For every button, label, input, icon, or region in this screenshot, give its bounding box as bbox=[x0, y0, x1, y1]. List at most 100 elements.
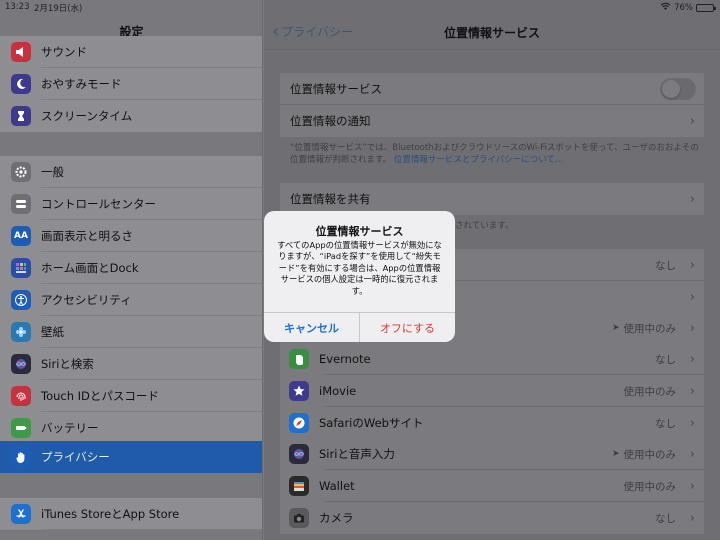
status-time: 13:23 bbox=[5, 2, 30, 12]
hand-icon bbox=[11, 447, 31, 467]
app-permission-value: 使用中のみ bbox=[623, 385, 677, 398]
evernote-icon bbox=[289, 349, 309, 369]
share-footnote: されています。 bbox=[455, 221, 514, 231]
sidebar-item-itunes-app-store[interactable]: iTunes StoreとApp Store bbox=[0, 498, 262, 530]
sidebar-item-label: Siriと検索 bbox=[41, 357, 94, 371]
app-permission-value: ➤ 使用中のみ bbox=[611, 322, 676, 335]
chevron-right-icon: › bbox=[689, 351, 695, 367]
location-services-toggle[interactable] bbox=[660, 78, 696, 100]
fingerprint-icon bbox=[11, 386, 31, 406]
alert-message: すべてのAppの位置情報サービスが無効になりますが、“iPadを探す”を使用して… bbox=[277, 240, 442, 296]
location-services-alert: 位置情報サービス すべてのAppの位置情報サービスが無効になりますが、“iPad… bbox=[264, 211, 455, 342]
sidebar-item-label: おやすみモード bbox=[41, 77, 122, 91]
siri-icon bbox=[11, 354, 31, 374]
sidebar-item-label: アクセシビリティ bbox=[41, 293, 132, 307]
chevron-right-icon: › bbox=[689, 446, 695, 462]
app-row-camera[interactable]: カメラ なし › bbox=[280, 502, 704, 534]
location-footnote: “位置情報サービス”では、BluetoothおよびクラウドソースのWi-Fiスポ… bbox=[290, 142, 700, 166]
siri-icon bbox=[289, 444, 309, 464]
sidebar-item-label: ホーム画面とDock bbox=[41, 261, 139, 275]
sidebar-item-wallpaper[interactable]: 壁紙 bbox=[0, 316, 262, 348]
app-name: Wallet bbox=[319, 479, 355, 493]
app-name: カメラ bbox=[319, 511, 354, 525]
chevron-right-icon: › bbox=[689, 415, 695, 431]
privacy-info-link[interactable]: 位置情報サービスとプライバシーについて… bbox=[394, 155, 564, 165]
sidebar-item-do-not-disturb[interactable]: おやすみモード bbox=[0, 68, 262, 100]
location-arrow-icon: ➤ bbox=[611, 323, 620, 333]
camera-icon bbox=[289, 508, 309, 528]
page-title: 位置情報サービス bbox=[443, 26, 540, 40]
chevron-right-icon: › bbox=[689, 383, 695, 399]
sidebar-item-display-brightness[interactable]: AA 画面表示と明るさ bbox=[0, 220, 262, 252]
chevron-right-icon: › bbox=[689, 191, 695, 207]
safari-icon bbox=[289, 413, 309, 433]
app-row-imovie[interactable]: iMovie 使用中のみ › bbox=[280, 375, 704, 407]
sidebar-item-screen-time[interactable]: スクリーンタイム bbox=[0, 100, 262, 132]
hourglass-icon bbox=[11, 106, 31, 126]
sidebar-item-sound[interactable]: サウンド bbox=[0, 36, 262, 68]
app-permission-value: なし bbox=[655, 512, 676, 525]
status-date: 2月19日(水) bbox=[34, 4, 83, 14]
battery-indicator-icon bbox=[696, 3, 716, 12]
app-permission-value: ➤ 使用中のみ bbox=[611, 448, 676, 461]
flower-icon bbox=[11, 322, 31, 342]
turn-off-button[interactable]: オフにする bbox=[360, 313, 455, 342]
app-name: SafariのWebサイト bbox=[319, 416, 424, 430]
sidebar-item-label: プライバシー bbox=[41, 450, 110, 464]
battery-percent: 76% bbox=[674, 2, 693, 13]
wifi-icon bbox=[660, 2, 671, 13]
toggles-icon bbox=[11, 194, 31, 214]
battery-icon bbox=[11, 418, 31, 438]
status-bar: 13:23 2月19日(水) 76% bbox=[0, 0, 720, 14]
settings-sidebar: 設定 サウンド おやすみモード スクリーンタイム 一般 コントロールセンター A… bbox=[0, 0, 263, 540]
app-permission-value: なし bbox=[655, 259, 676, 272]
sidebar-item-general[interactable]: 一般 bbox=[0, 156, 262, 188]
sidebar-item-label: 一般 bbox=[41, 165, 64, 179]
app-name: Evernote bbox=[319, 352, 371, 366]
sidebar-item-touch-id[interactable]: Touch IDとパスコード bbox=[0, 380, 262, 412]
location-alerts-row[interactable]: 位置情報の通知 › bbox=[280, 105, 704, 137]
location-services-row: 位置情報サービス bbox=[280, 73, 704, 105]
sidebar-item-label: 画面表示と明るさ bbox=[41, 229, 133, 243]
toggle-knob bbox=[662, 80, 680, 98]
sidebar-item-battery[interactable]: バッテリー bbox=[0, 412, 262, 444]
sidebar-item-control-center[interactable]: コントロールセンター bbox=[0, 188, 262, 220]
app-permission-value: なし bbox=[655, 417, 676, 430]
cancel-button[interactable]: キャンセル bbox=[264, 313, 360, 342]
sidebar-item-label: バッテリー bbox=[41, 421, 99, 435]
chevron-right-icon: › bbox=[689, 257, 695, 273]
sidebar-item-label: Touch IDとパスコード bbox=[41, 389, 159, 403]
sound-icon bbox=[11, 42, 31, 62]
chevron-right-icon: › bbox=[689, 113, 695, 129]
app-row-siri-dictation[interactable]: Siriと音声入力 ➤ 使用中のみ › bbox=[280, 438, 704, 470]
app-permission-value: 使用中のみ bbox=[623, 480, 677, 493]
app-row-evernote[interactable]: Evernote なし › bbox=[280, 343, 704, 375]
app-permission-value: なし bbox=[655, 353, 676, 366]
alert-title: 位置情報サービス bbox=[315, 225, 404, 238]
app-row-wallet[interactable]: Wallet 使用中のみ › bbox=[280, 470, 704, 502]
sidebar-item-label: サウンド bbox=[41, 45, 87, 59]
sidebar-item-label: 壁紙 bbox=[41, 325, 64, 339]
sidebar-item-label: コントロールセンター bbox=[41, 197, 156, 211]
sidebar-item-siri-search[interactable]: Siriと検索 bbox=[0, 348, 262, 380]
chevron-right-icon: › bbox=[689, 320, 695, 336]
status-right: 76% bbox=[660, 2, 716, 13]
location-arrow-icon: ➤ bbox=[611, 449, 620, 459]
app-name: Siriと音声入力 bbox=[319, 447, 395, 461]
sidebar-item-accessibility[interactable]: アクセシビリティ bbox=[0, 284, 262, 316]
share-location-label: 位置情報を共有 bbox=[290, 192, 371, 206]
sidebar-item-home-screen-dock[interactable]: ホーム画面とDock bbox=[0, 252, 262, 284]
chevron-right-icon: › bbox=[689, 289, 695, 305]
app-store-icon bbox=[11, 504, 31, 524]
gear-icon bbox=[11, 162, 31, 182]
location-alerts-label: 位置情報の通知 bbox=[290, 114, 371, 128]
sidebar-item-privacy[interactable]: プライバシー bbox=[0, 441, 262, 473]
app-name: iMovie bbox=[319, 384, 357, 398]
app-row-safari[interactable]: SafariのWebサイト なし › bbox=[280, 407, 704, 439]
text-size-icon: AA bbox=[11, 226, 31, 246]
accessibility-icon bbox=[11, 290, 31, 310]
nav-bar: ‹ プライバシー 位置情報サービス bbox=[264, 14, 720, 50]
grid-icon bbox=[11, 258, 31, 278]
imovie-icon bbox=[289, 381, 309, 401]
wallet-icon bbox=[289, 476, 309, 496]
